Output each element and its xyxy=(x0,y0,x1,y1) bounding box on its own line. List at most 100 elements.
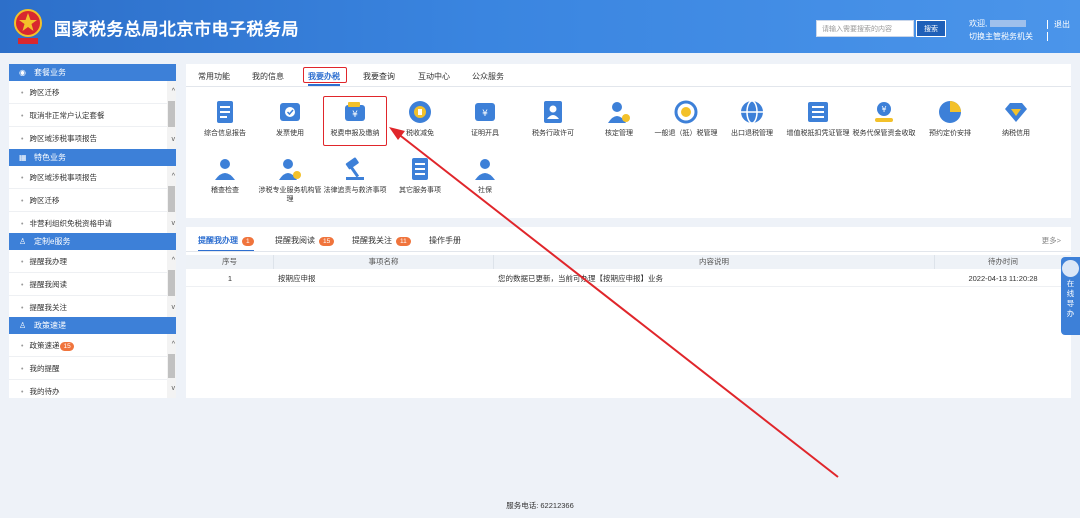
table-row[interactable]: 1 按期应申报 您的数据已更新，当前可办理【按期应申报】业务 2022-04-1… xyxy=(186,271,1071,287)
tab-label: 提醒我阅读 xyxy=(275,236,315,245)
grid-label: 发票使用 xyxy=(276,130,304,137)
grid-item-assessment[interactable]: 核定管理 xyxy=(585,99,653,138)
grid-item-social-security[interactable]: 社保 xyxy=(451,156,519,195)
more-link[interactable]: 更多> xyxy=(1042,235,1061,246)
grid-label: 增值税抵扣凭证管理 xyxy=(786,130,850,137)
footer-phone: 服务电话: 62212366 xyxy=(506,501,574,510)
certificate-icon: ¥ xyxy=(472,99,498,125)
sidebar-item-label: 政策速递 xyxy=(29,341,60,350)
svg-text:¥: ¥ xyxy=(482,109,488,119)
grid-item-agency-management[interactable]: 涉税专业服务机构管理 xyxy=(256,156,324,204)
scrollbar[interactable]: ^ v xyxy=(167,334,176,398)
grid-item-tax-refund[interactable]: 一般退（抵）税管理 xyxy=(652,99,720,138)
grid-label: 涉税专业服务机构管理 xyxy=(258,187,322,203)
sidebar-section-header[interactable]: ♙ 政策速递 xyxy=(9,317,176,334)
scrollbar[interactable]: ^ v xyxy=(167,166,176,233)
logout-link[interactable]: 退出 xyxy=(1054,19,1070,30)
sidebar-item[interactable]: 非营利组织免税资格申请 xyxy=(9,212,176,233)
scroll-down-icon[interactable]: v xyxy=(172,136,176,143)
grid-item-inspection[interactable]: 稽查检查 xyxy=(191,156,259,195)
cell-name[interactable]: 按期应申报 xyxy=(278,271,488,287)
scroll-thumb[interactable] xyxy=(168,186,175,212)
column-header: 序号 xyxy=(186,255,274,269)
grid-item-tax-credit[interactable]: 纳税信用 xyxy=(982,99,1050,138)
sidebar-section-list: 政策速递15 我的提醒 我的待办 xyxy=(9,334,176,398)
scroll-thumb[interactable] xyxy=(168,270,175,296)
grid-label: 一般退（抵）税管理 xyxy=(654,130,718,137)
scroll-down-icon[interactable]: v xyxy=(172,385,176,392)
tab-remind-follow[interactable]: 提醒我关注 11 xyxy=(352,235,411,246)
sidebar-item[interactable]: 跨区迁移 xyxy=(9,189,176,212)
sidebar-section-list: 提醒我办理 提醒我阅读 提醒我关注 xyxy=(9,250,176,317)
highlight-box xyxy=(323,96,387,146)
sidebar-item[interactable]: 提醒我关注 xyxy=(9,296,176,317)
section-title: 定制e服务 xyxy=(34,237,71,246)
function-panel: 常用功能 我的信息 我要办税 我要查询 互动中心 公众服务 综合信息报告 发票使… xyxy=(186,64,1071,218)
tab-remind-read[interactable]: 提醒我阅读 15 xyxy=(275,235,335,246)
switch-org-link[interactable]: 切换主管税务机关 xyxy=(969,31,1033,42)
grid-item-other-services[interactable]: 其它服务事项 xyxy=(386,156,454,195)
scroll-thumb[interactable] xyxy=(168,354,175,378)
scroll-thumb[interactable] xyxy=(168,101,175,127)
grid-item-vat-voucher[interactable]: 增值税抵扣凭证管理 xyxy=(784,99,852,138)
scrollbar[interactable]: ^ v xyxy=(167,81,176,149)
search-button[interactable]: 搜索 xyxy=(916,20,946,37)
tab-remind-handle[interactable]: 提醒我办理 1 xyxy=(198,235,254,252)
sidebar-section-header[interactable]: ♙ 定制e服务 xyxy=(9,233,176,250)
tab-my-info[interactable]: 我的信息 xyxy=(252,71,284,82)
svg-text:¥: ¥ xyxy=(881,105,886,114)
document-icon xyxy=(212,99,238,125)
sidebar-item[interactable]: 我的待办 xyxy=(9,380,176,398)
avatar xyxy=(1062,260,1079,277)
top-header: 国家税务总局北京市电子税务局 请输入需要搜索的内容 搜索 欢迎, 切换主管税务机… xyxy=(0,0,1080,53)
sidebar-item[interactable]: 跨区域涉税事项报告 xyxy=(9,127,176,149)
user-icon: ♙ xyxy=(19,321,27,330)
grid-item-info-report[interactable]: 综合信息报告 xyxy=(191,99,259,138)
scrollbar[interactable]: ^ v xyxy=(167,250,176,317)
tab-query[interactable]: 我要查询 xyxy=(363,71,395,82)
online-guide-button[interactable]: 在线导办 xyxy=(1061,257,1080,335)
divider xyxy=(1047,32,1048,41)
scroll-up-icon[interactable]: ^ xyxy=(172,257,175,264)
search-input[interactable]: 请输入需要搜索的内容 xyxy=(816,20,914,37)
column-header: 待办时间 xyxy=(988,257,1018,266)
redacted-user-name xyxy=(990,20,1027,28)
tab-common[interactable]: 常用功能 xyxy=(198,71,230,82)
grid-item-certificate[interactable]: ¥ 证明开具 xyxy=(451,99,519,138)
site-title: 国家税务总局北京市电子税务局 xyxy=(54,20,299,39)
grid-item-admin-license[interactable]: 税务行政许可 xyxy=(519,99,587,138)
grid-item-legal-remedy[interactable]: 法律追责与救济事项 xyxy=(321,156,389,195)
welcome-text: 欢迎, xyxy=(969,18,1027,29)
scroll-up-icon[interactable]: ^ xyxy=(172,341,175,348)
sidebar-item[interactable]: 跨区迁移 xyxy=(9,81,176,104)
sidebar-item[interactable]: 提醒我阅读 xyxy=(9,273,176,296)
sidebar-section-header[interactable]: ▦ 特色业务 xyxy=(9,149,176,166)
user-icon: ♙ xyxy=(19,237,27,246)
grid-label: 税务代保管资金收取 xyxy=(852,130,916,137)
sidebar-item[interactable]: 政策速递15 xyxy=(9,334,176,357)
grid-item-invoice[interactable]: 发票使用 xyxy=(256,99,324,138)
sidebar-item[interactable]: 提醒我办理 xyxy=(9,250,176,273)
sidebar-item[interactable]: 我的提醒 xyxy=(9,357,176,380)
grid-label: 纳税信用 xyxy=(1002,130,1030,137)
scroll-up-icon[interactable]: ^ xyxy=(172,173,175,180)
scroll-down-icon[interactable]: v xyxy=(172,304,176,311)
sidebar-item[interactable]: 取消非正常户认定套餐 xyxy=(9,104,176,127)
section-title: 套餐业务 xyxy=(34,68,66,77)
cell-time: 2022-04-13 11:20:28 xyxy=(968,274,1038,283)
tab-interaction[interactable]: 互动中心 xyxy=(418,71,450,82)
tab-manual[interactable]: 操作手册 xyxy=(429,235,461,246)
grid-item-custody-funds[interactable]: ¥ 税务代保管资金收取 xyxy=(850,99,918,138)
tab-public-service[interactable]: 公众服务 xyxy=(472,71,504,82)
grid-item-tax-relief[interactable]: 税收减免 xyxy=(386,99,454,138)
highlight-box xyxy=(303,67,347,83)
grid-label: 税务行政许可 xyxy=(532,130,574,137)
sidebar-section-header[interactable]: ◉ 套餐业务 xyxy=(9,64,176,81)
grid-item-pricing-arrangement[interactable]: 预约定价安排 xyxy=(916,99,984,138)
cell-no: 1 xyxy=(227,274,233,283)
grid-item-export-refund[interactable]: 出口退税管理 xyxy=(718,99,786,138)
sidebar-item[interactable]: 跨区域涉税事项报告 xyxy=(9,166,176,189)
sidebar: ◉ 套餐业务 跨区迁移 取消非正常户认定套餐 跨区域涉税事项报告 ^ v ▦ 特色业… xyxy=(9,64,176,398)
scroll-down-icon[interactable]: v xyxy=(172,220,176,227)
scroll-up-icon[interactable]: ^ xyxy=(172,88,175,95)
